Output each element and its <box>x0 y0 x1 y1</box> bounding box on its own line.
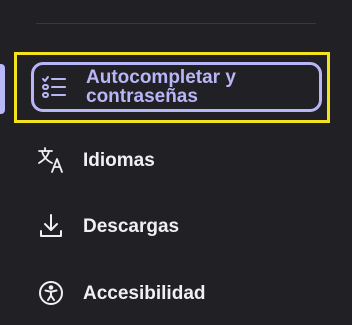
sidebar-item-label: Autocompletar y contraseñas <box>86 67 236 107</box>
sidebar-item-autofill-passwords[interactable]: Autocompletar y contraseñas <box>31 62 322 112</box>
sidebar-item-downloads[interactable]: Descargas <box>31 206 322 246</box>
sidebar-item-label: Accesibilidad <box>83 282 206 304</box>
list-checklist-icon <box>39 72 69 102</box>
accessibility-icon <box>36 278 66 308</box>
download-icon <box>36 211 66 241</box>
sidebar-divider <box>36 23 316 24</box>
translate-icon <box>36 145 66 175</box>
active-indicator-bar <box>0 64 5 114</box>
sidebar-item-label: Idiomas <box>83 149 155 171</box>
sidebar-item-accessibility[interactable]: Accesibilidad <box>31 273 322 313</box>
sidebar-item-label: Descargas <box>83 215 180 237</box>
sidebar-item-languages[interactable]: Idiomas <box>31 140 322 180</box>
